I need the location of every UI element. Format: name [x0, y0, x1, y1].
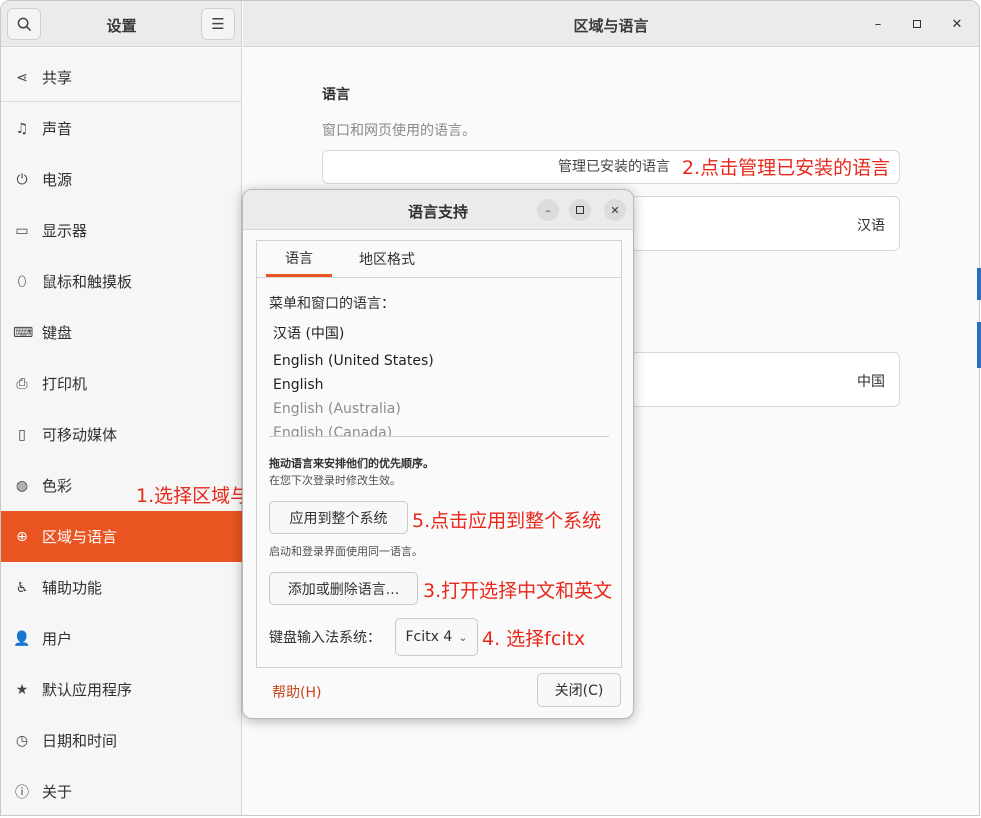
sidebar-item-label: 鼠标和触摸板 — [42, 273, 133, 291]
annotation-step4: 4. 选择fcitx — [482, 628, 586, 650]
sidebar-item-power[interactable]: ⏻ 电源 — [1, 154, 242, 205]
star-icon: ★ — [15, 681, 29, 698]
dialog-minimize-button[interactable]: – — [537, 199, 559, 221]
sidebar-item-keyboard[interactable]: ⌨ 键盘 — [1, 307, 242, 358]
sidebar-item-label: 辅助功能 — [42, 579, 103, 597]
language-heading: 语言 — [322, 87, 350, 103]
sidebar-item-label: 色彩 — [42, 477, 73, 495]
annotation-step2: 2.点击管理已安装的语言 — [682, 157, 891, 179]
display-icon: ▭ — [15, 222, 29, 239]
sidebar-item-displays[interactable]: ▭ 显示器 — [1, 205, 242, 256]
maximize-button[interactable] — [906, 13, 928, 35]
clock-icon: ◷ — [15, 732, 29, 749]
sidebar-item-about[interactable]: ⓘ 关于 — [1, 766, 242, 815]
sidebar-item-region-language[interactable]: ⊕ 区域与语言 — [1, 511, 242, 562]
dialog-panel: 语言 地区格式 菜单和窗口的语言： 汉语 (中国) English (Unite… — [256, 240, 622, 668]
sidebar-item-date-time[interactable]: ◷ 日期和时间 — [1, 715, 242, 766]
power-icon: ⏻ — [16, 171, 28, 188]
user-icon: 👤 — [13, 630, 31, 647]
globe-icon: ⊕ — [16, 528, 28, 545]
maximize-icon — [913, 20, 921, 28]
login-screen-hint: 启动和登录界面使用同一语言。 — [269, 545, 423, 558]
input-method-label: 键盘输入法系统： — [269, 630, 381, 646]
sidebar-divider — [1, 101, 242, 102]
close-window-button[interactable]: ✕ — [946, 13, 968, 35]
tab-divider — [257, 277, 621, 278]
sidebar: ⋖ 共享 ♫ 声音 ⏻ 电源 ▭ 显示器 ⬯ 鼠标和触摸板 ⌨ 键盘 ⎙ 打印机 — [1, 48, 242, 815]
sidebar-item-mouse[interactable]: ⬯ 鼠标和触摸板 — [1, 256, 242, 307]
close-dialog-button[interactable]: 关闭(C) — [537, 673, 621, 707]
menu-language-label: 菜单和窗口的语言： — [269, 296, 395, 312]
keyboard-icon: ⌨ — [13, 324, 34, 341]
dialog-header: 语言支持 – ✕ — [243, 190, 633, 230]
sidebar-item-sharing[interactable]: ⋖ 共享 — [1, 52, 242, 103]
sidebar-item-accessibility[interactable]: ♿ 辅助功能 — [1, 562, 242, 613]
annotation-step3: 3.打开选择中文和英文 — [423, 580, 613, 602]
printer-icon: ⎙ — [16, 375, 28, 392]
sidebar-item-label: 共享 — [42, 69, 73, 87]
music-note-icon: ♫ — [15, 120, 29, 137]
removable-media-icon: ▯ — [18, 426, 26, 443]
sidebar-item-label: 键盘 — [42, 324, 73, 342]
minimize-icon: – — [545, 203, 551, 217]
input-method-select[interactable]: Fcitx 4 ⌄ — [395, 618, 478, 656]
mouse-icon: ⬯ — [17, 273, 27, 290]
list-item[interactable]: English (Canada) — [269, 421, 609, 436]
sidebar-header: 设置 ☰ — [1, 1, 242, 47]
info-icon: ⓘ — [15, 784, 29, 801]
share-icon: ⋖ — [16, 69, 28, 86]
dialog-close-button[interactable]: ✕ — [604, 199, 626, 221]
edge-mark — [977, 322, 981, 368]
list-item[interactable]: 汉语 (中国) — [269, 319, 609, 349]
drag-hint: 拖动语言来安排他们的优先顺序。 — [269, 457, 434, 470]
sidebar-item-label: 可移动媒体 — [42, 426, 118, 444]
apply-system-wide-button[interactable]: 应用到整个系统 — [269, 501, 408, 534]
list-item[interactable]: English (Australia) — [269, 397, 609, 421]
sidebar-item-label: 声音 — [42, 120, 73, 138]
input-method-value: Fcitx 4 — [405, 629, 453, 645]
next-login-hint: 在您下次登录时修改生效。 — [269, 474, 401, 487]
sidebar-item-label: 电源 — [42, 171, 73, 189]
sidebar-item-printers[interactable]: ⎙ 打印机 — [1, 358, 242, 409]
sidebar-item-label: 打印机 — [42, 375, 88, 393]
close-icon: ✕ — [610, 203, 620, 217]
sidebar-item-label: 显示器 — [42, 222, 88, 240]
content-header: 区域与语言 – ✕ — [243, 1, 979, 47]
sidebar-item-removable-media[interactable]: ▯ 可移动媒体 — [1, 409, 242, 460]
sidebar-item-default-apps[interactable]: ★ 默认应用程序 — [1, 664, 242, 715]
list-item[interactable]: English (United States) — [269, 349, 609, 373]
accessibility-icon: ♿ — [15, 579, 29, 596]
list-item[interactable]: English — [269, 373, 609, 397]
annotation-step5: 5.点击应用到整个系统 — [412, 510, 602, 532]
sidebar-item-label: 默认应用程序 — [42, 681, 133, 699]
tab-region-formats[interactable]: 地区格式 — [345, 241, 429, 277]
edge-mark — [977, 268, 981, 300]
formats-value: 中国 — [857, 374, 885, 390]
sidebar-item-label: 关于 — [42, 783, 73, 801]
minimize-icon: – — [874, 16, 882, 32]
chevron-down-icon: ⌄ — [458, 630, 468, 644]
sidebar-item-label: 日期和时间 — [42, 732, 118, 750]
color-icon: ◍ — [15, 477, 29, 494]
sidebar-item-sound[interactable]: ♫ 声音 — [1, 103, 242, 154]
language-list[interactable]: 汉语 (中国) English (United States) English … — [269, 319, 609, 437]
install-remove-languages-button[interactable]: 添加或删除语言... — [269, 572, 418, 605]
menu-button[interactable]: ☰ — [201, 8, 235, 40]
dialog-maximize-button[interactable] — [569, 199, 591, 221]
minimize-button[interactable]: – — [867, 13, 889, 35]
language-value: 汉语 — [857, 218, 885, 234]
help-button[interactable]: 帮助(H) — [272, 682, 321, 702]
maximize-icon — [576, 206, 584, 214]
tab-language[interactable]: 语言 — [266, 241, 332, 277]
language-description: 窗口和网页使用的语言。 — [322, 123, 476, 139]
hamburger-menu-icon: ☰ — [211, 15, 225, 33]
close-icon: ✕ — [951, 16, 963, 32]
sidebar-item-users[interactable]: 👤 用户 — [1, 613, 242, 664]
sidebar-item-label: 用户 — [42, 630, 73, 648]
sidebar-item-label: 区域与语言 — [42, 528, 118, 546]
